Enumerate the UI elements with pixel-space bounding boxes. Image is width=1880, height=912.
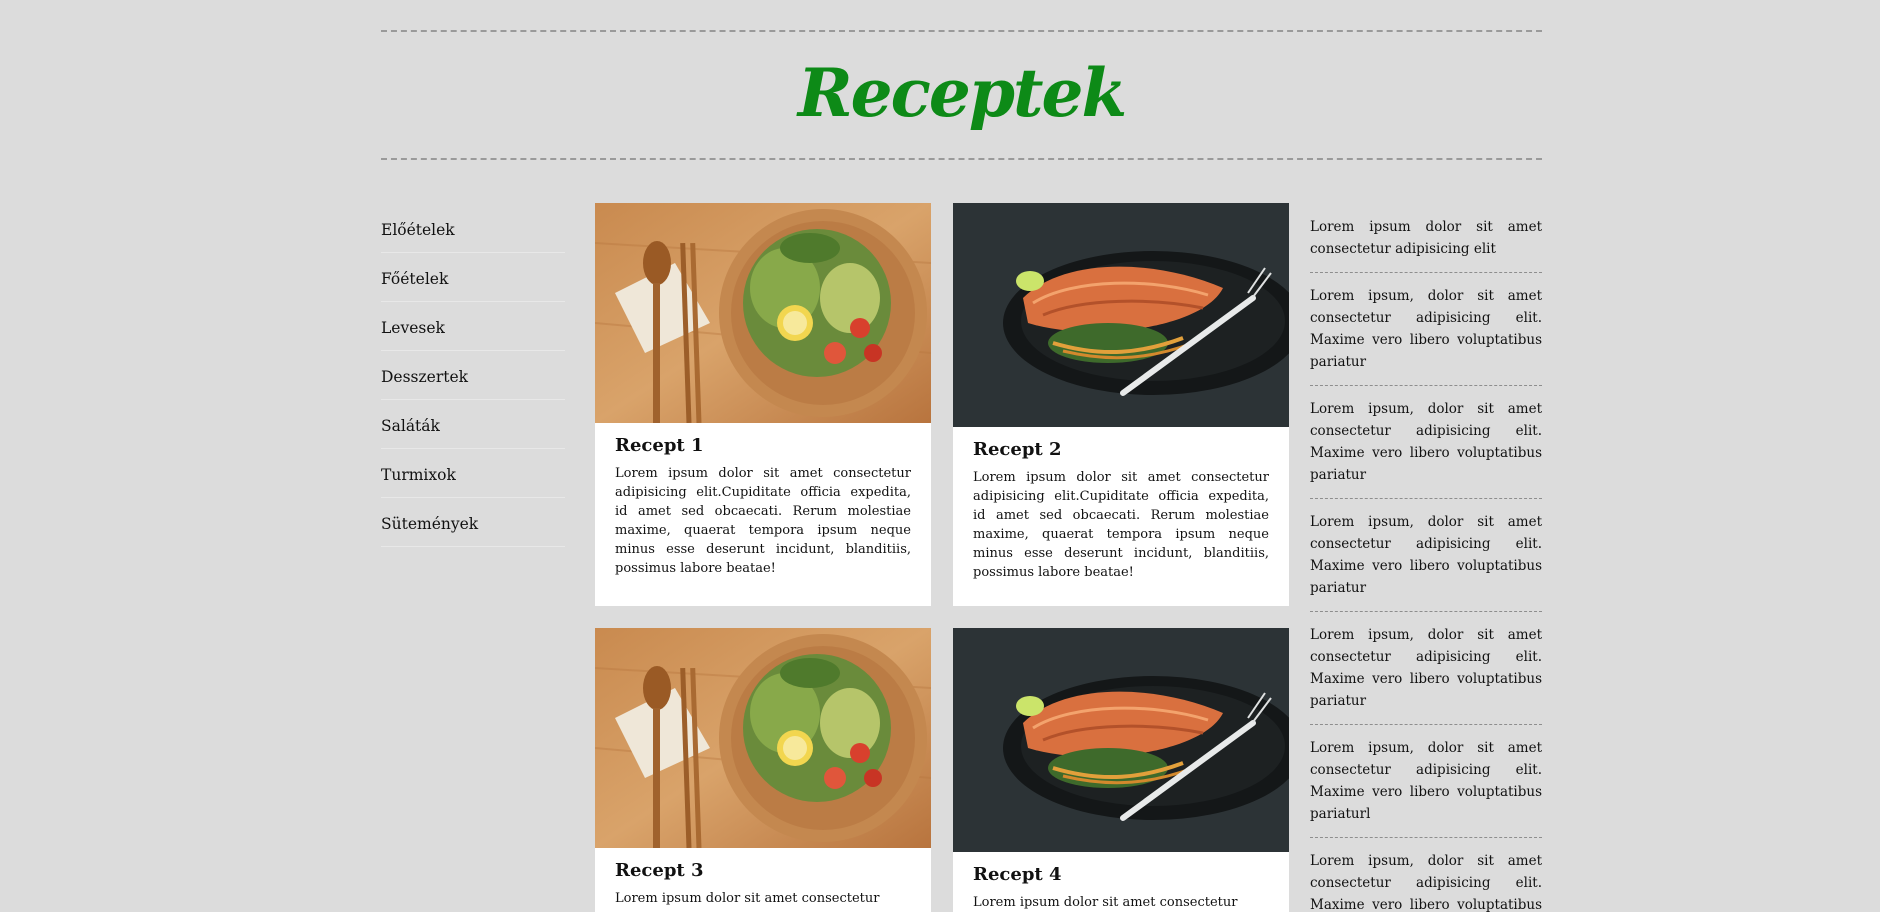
salmon-plate-image xyxy=(953,628,1289,852)
page: Receptek Előételek Főételek Levesek Dess… xyxy=(0,0,1880,912)
news-item[interactable]: Lorem ipsum, dolor sit amet consectetur … xyxy=(1310,612,1542,725)
nav-item-levesek[interactable]: Levesek xyxy=(381,302,565,351)
recipe-card[interactable]: Recept 1 Lorem ipsum dolor sit amet cons… xyxy=(595,203,931,606)
recipe-title: Recept 4 xyxy=(973,864,1062,885)
news-item[interactable]: Lorem ipsum, dolor sit amet consectetur … xyxy=(1310,838,1542,912)
recipe-description: Lorem ipsum dolor sit amet consectetur a… xyxy=(615,466,911,576)
recipe-card[interactable]: Recept 2 Lorem ipsum dolor sit amet cons… xyxy=(953,203,1289,606)
news-item[interactable]: Lorem ipsum, dolor sit amet consectetur … xyxy=(1310,725,1542,838)
news-item[interactable]: Lorem ipsum, dolor sit amet consectetur … xyxy=(1310,499,1542,612)
recipe-description: Lorem ipsum dolor sit amet consectetur xyxy=(615,891,880,906)
recipe-description: Lorem ipsum dolor sit amet consectetur a… xyxy=(973,470,1269,580)
nav-item-sutemenyek[interactable]: Sütemények xyxy=(381,498,565,547)
nav-item-eloetelek[interactable]: Előételek xyxy=(381,204,565,253)
site-header: Receptek xyxy=(381,30,1542,160)
news-item[interactable]: Lorem ipsum, dolor sit amet consectetur … xyxy=(1310,273,1542,386)
salad-bowl-image xyxy=(595,628,931,848)
nav-item-turmixok[interactable]: Turmixok xyxy=(381,449,565,498)
nav-item-foetelek[interactable]: Főételek xyxy=(381,253,565,302)
news-item[interactable]: Lorem ipsum, dolor sit amet consectetur … xyxy=(1310,386,1542,499)
recipe-title: Recept 1 xyxy=(615,435,704,456)
site-title: Receptek xyxy=(797,54,1127,132)
recipe-card[interactable]: Recept 4 Lorem ipsum dolor sit amet cons… xyxy=(953,628,1289,912)
recipe-card[interactable]: Recept 3 Lorem ipsum dolor sit amet cons… xyxy=(595,628,931,912)
nav-item-salatak[interactable]: Saláták xyxy=(381,400,565,449)
nav-item-desszertek[interactable]: Desszertek xyxy=(381,351,565,400)
sidebar-news-list: Lorem ipsum dolor sit amet consectetur a… xyxy=(1310,206,1542,912)
salad-bowl-image xyxy=(595,203,931,423)
recipe-description: Lorem ipsum dolor sit amet consectetur xyxy=(973,895,1238,910)
news-item[interactable]: Lorem ipsum dolor sit amet consectetur a… xyxy=(1310,206,1542,273)
recipe-title: Recept 2 xyxy=(973,439,1062,460)
salmon-plate-image xyxy=(953,203,1289,427)
recipe-title: Recept 3 xyxy=(615,860,704,881)
category-nav: Előételek Főételek Levesek Desszertek Sa… xyxy=(381,204,565,547)
